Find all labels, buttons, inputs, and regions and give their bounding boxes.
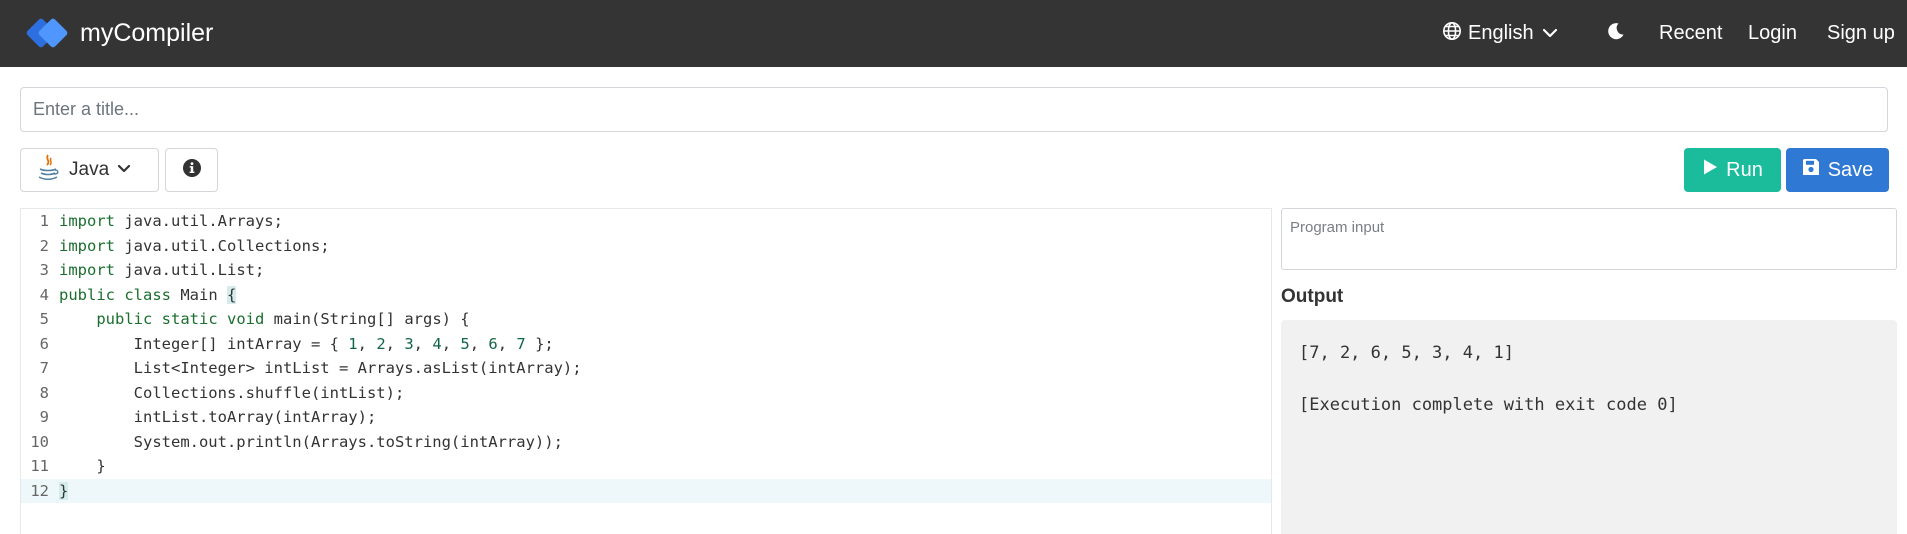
code-text: intList.toArray(intArray); (59, 408, 377, 426)
code-line[interactable]: 1 import java.util.Arrays; (21, 209, 1271, 234)
code-line[interactable]: 7 List<Integer> intList = Arrays.asList(… (21, 356, 1271, 381)
line-number: 8 (39, 383, 49, 402)
chevron-down-icon (117, 161, 131, 179)
code-line[interactable]: 11 } (21, 454, 1271, 479)
navbar: myCompiler English Recent Login Sign up (0, 0, 1907, 67)
code-line[interactable]: 8 Collections.shuffle(intList); (21, 381, 1271, 406)
output-label: Output (1281, 286, 1344, 307)
code-text: import java.util.Arrays; (59, 212, 283, 230)
language-select[interactable]: Java (20, 148, 159, 192)
program-input[interactable] (1281, 208, 1897, 270)
play-icon (1702, 158, 1726, 182)
nav-recent[interactable]: Recent (1659, 0, 1722, 67)
line-number: 5 (39, 310, 49, 328)
save-button[interactable]: Save (1786, 148, 1889, 192)
output-panel: [7, 2, 6, 5, 3, 4, 1] [Execution complet… (1281, 320, 1897, 534)
save-label: Save (1827, 158, 1874, 181)
brand[interactable]: myCompiler (25, 14, 214, 52)
code-line[interactable]: 6 Integer[] intArray = { 1, 2, 3, 4, 5, … (21, 332, 1271, 357)
code-text: public class Main { (59, 285, 237, 304)
line-number: 4 (39, 285, 49, 304)
code-text: import java.util.Collections; (59, 236, 330, 255)
run-button[interactable]: Run (1684, 148, 1781, 192)
code-text: Integer[] intArray = { 1, 2, 3, 4, 5, 6,… (59, 334, 554, 353)
code-text: import java.util.List; (59, 261, 265, 279)
line-number: 9 (39, 408, 49, 426)
mycompiler-logo (25, 17, 69, 49)
line-number: 6 (39, 334, 49, 353)
line-number: 3 (39, 261, 49, 279)
title-input[interactable] (20, 87, 1888, 132)
line-number: 7 (39, 359, 49, 377)
code-text: } (59, 457, 106, 475)
language-dropdown[interactable]: English (1442, 0, 1564, 67)
save-icon (1802, 158, 1828, 182)
language-label: English (1468, 22, 1534, 44)
code-text: Collections.shuffle(intList); (59, 383, 405, 402)
code-text: System.out.println(Arrays.toString(intAr… (59, 432, 563, 451)
run-label: Run (1726, 158, 1763, 181)
line-number: 2 (39, 236, 49, 255)
code-text: } (59, 481, 69, 500)
code-editor[interactable]: 1 import java.util.Arrays; 2 import java.ut… (20, 208, 1272, 534)
line-number: 1 (39, 212, 49, 230)
code-line[interactable]: 2 import java.util.Collections; (21, 234, 1271, 259)
globe-icon (1442, 21, 1468, 47)
code-line[interactable]: 5 public static void main(String[] args)… (21, 307, 1271, 332)
code-line[interactable]: 4 public class Main { (21, 283, 1271, 308)
brand-name: myCompiler (80, 18, 214, 47)
code-line[interactable]: 10 System.out.println(Arrays.toString(in… (21, 430, 1271, 455)
theme-toggle[interactable] (1607, 0, 1625, 67)
java-icon (37, 153, 59, 188)
moon-icon (1607, 22, 1625, 46)
line-number: 10 (30, 432, 49, 451)
line-number: 12 (30, 481, 49, 500)
nav-signup[interactable]: Sign up (1827, 0, 1895, 67)
line-number: 11 (30, 457, 49, 475)
chevron-down-icon (1542, 22, 1564, 45)
info-button[interactable] (165, 148, 218, 192)
language-select-label: Java (69, 159, 110, 180)
info-icon (182, 158, 202, 183)
code-line[interactable]: 12} (21, 478, 1271, 503)
code-line[interactable]: 9 intList.toArray(intArray); (21, 405, 1271, 430)
nav-login[interactable]: Login (1748, 0, 1797, 67)
code-text: List<Integer> intList = Arrays.asList(in… (59, 359, 582, 377)
code-line[interactable]: 3 import java.util.List; (21, 258, 1271, 283)
code-text: public static void main(String[] args) { (96, 310, 470, 328)
